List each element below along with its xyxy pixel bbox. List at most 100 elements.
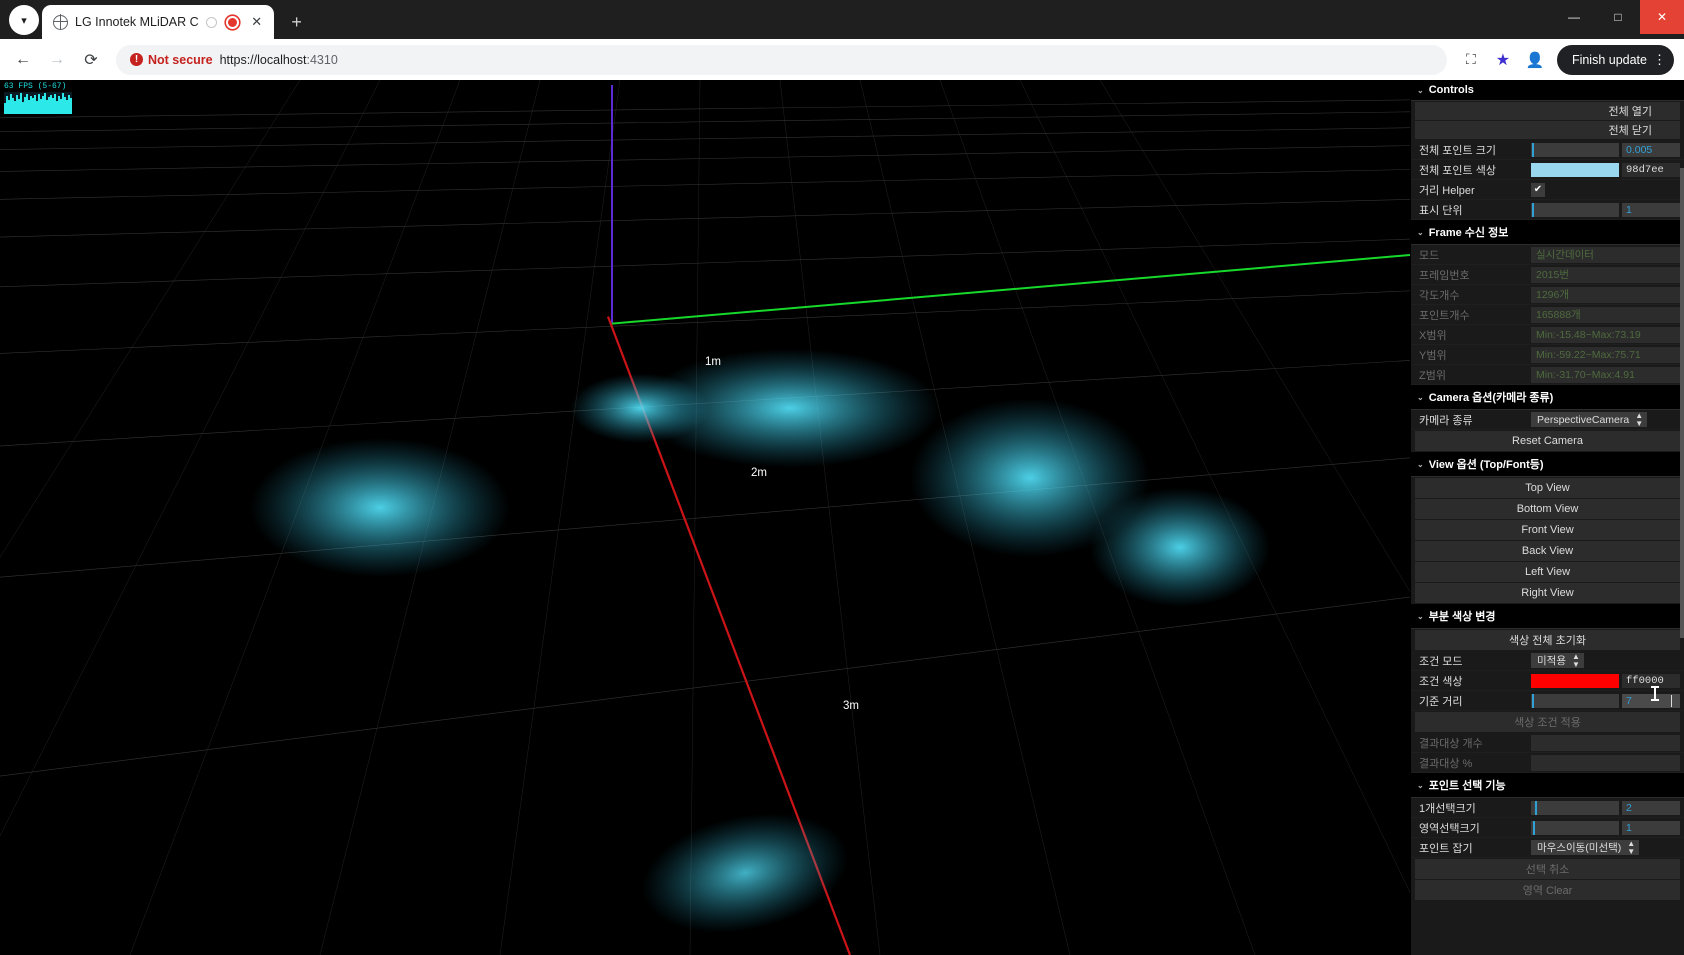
- finish-update-button[interactable]: Finish update ⋮: [1556, 44, 1674, 75]
- point-color-swatch[interactable]: [1531, 162, 1619, 177]
- row-point-size[interactable]: 전체 포인트 크기 0.005: [1411, 140, 1684, 160]
- recording-indicator-icon[interactable]: [225, 15, 239, 29]
- profile-icon[interactable]: 👤: [1521, 46, 1549, 74]
- back-button[interactable]: ←: [8, 45, 38, 75]
- reset-all-colors-button[interactable]: 색상 전체 초기화: [1415, 630, 1680, 650]
- display-unit-slider[interactable]: [1531, 202, 1619, 217]
- folder-point-select-label: 포인트 선택 기능: [1428, 780, 1506, 792]
- chevron-down-icon: ⌄: [1417, 780, 1424, 790]
- slider-knob[interactable]: [1534, 800, 1537, 815]
- row-condition-mode[interactable]: 조건 모드 미적용 ▲ ▼: [1411, 651, 1684, 671]
- row-camera-type[interactable]: 카메라 종류 PerspectiveCamera ▲ ▼: [1411, 410, 1684, 430]
- cancel-selection-button[interactable]: 선택 취소: [1415, 859, 1680, 879]
- x-range-label: X범위: [1419, 329, 1447, 342]
- row-base-distance[interactable]: 기준 거리 7: [1411, 691, 1684, 711]
- control-panel-scroll[interactable]: ⌄ Controls 전체 열기 전체 닫기 전체 포인트 크기 0.005 전…: [1411, 80, 1684, 955]
- result-count-label: 결과대상 개수: [1419, 737, 1483, 750]
- slider-knob[interactable]: [1531, 142, 1534, 157]
- point-color-hex[interactable]: 98d7ee: [1622, 162, 1680, 177]
- folder-point-select[interactable]: ⌄ 포인트 선택 기능: [1411, 773, 1684, 798]
- area-select-size-slider[interactable]: [1531, 820, 1619, 835]
- z-range-label: Z범위: [1419, 369, 1446, 382]
- result-count-value: [1531, 734, 1680, 751]
- row-area-select-size[interactable]: 영역선택크기 1: [1411, 818, 1684, 838]
- area-select-size-label: 영역선택크기: [1419, 822, 1480, 835]
- display-unit-value[interactable]: 1: [1622, 202, 1680, 217]
- condition-mode-select[interactable]: 미적용 ▲ ▼: [1531, 652, 1584, 668]
- chevron-down-icon: ▾: [21, 14, 27, 27]
- distance-helper-checkbox[interactable]: ✔: [1531, 182, 1545, 197]
- single-select-size-value[interactable]: 2: [1622, 800, 1680, 815]
- folder-controls[interactable]: ⌄ Controls: [1411, 80, 1684, 101]
- top-view-button[interactable]: Top View: [1415, 478, 1680, 498]
- point-size-slider[interactable]: [1531, 142, 1619, 157]
- address-bar[interactable]: ! Not secure https://localhost:4310: [116, 44, 1447, 75]
- point-count-label: 포인트개수: [1419, 309, 1470, 322]
- distance-label-1m: 1m: [705, 356, 721, 368]
- window-close-button[interactable]: ✕: [1640, 0, 1684, 34]
- camera-type-select[interactable]: PerspectiveCamera ▲ ▼: [1531, 411, 1648, 427]
- bookmark-star-icon[interactable]: ★: [1489, 46, 1517, 74]
- screencast-icon[interactable]: ⛶: [1457, 46, 1485, 74]
- point-count-value: 165888개: [1531, 306, 1680, 323]
- point-grab-select[interactable]: 마우스이동(미선택) ▲ ▼: [1531, 839, 1640, 855]
- close-all-button[interactable]: 전체 닫기: [1415, 121, 1680, 139]
- left-view-button[interactable]: Left View: [1415, 562, 1680, 582]
- browser-window: ▾ LG Innotek MLiDAR C ✕ + — □ ✕ ← → ⟳ ! …: [0, 0, 1684, 955]
- point-size-value[interactable]: 0.005: [1622, 142, 1680, 157]
- single-select-size-slider[interactable]: [1531, 800, 1619, 815]
- point-grab-value: 마우스이동(미선택): [1537, 842, 1622, 854]
- open-all-button[interactable]: 전체 열기: [1415, 102, 1680, 120]
- folder-partial-color[interactable]: ⌄ 부분 색상 변경: [1411, 604, 1684, 629]
- reset-camera-button[interactable]: Reset Camera: [1415, 431, 1680, 451]
- apply-color-condition-button[interactable]: 색상 조건 적용: [1415, 712, 1680, 732]
- frame-mode-value: 실시간데이터: [1531, 246, 1680, 263]
- frame-number-value: 2015번: [1531, 266, 1680, 283]
- fps-overlay: 63 FPS (5-67): [4, 82, 74, 114]
- tab-search-button[interactable]: ▾: [9, 5, 39, 35]
- security-status[interactable]: ! Not secure: [130, 53, 213, 67]
- chevron-down-icon: ⌄: [1417, 459, 1424, 469]
- lidar-3d-viewport[interactable]: 63 FPS (5-67) 1m 2m 3m: [0, 80, 1410, 955]
- browser-tab[interactable]: LG Innotek MLiDAR C ✕: [42, 5, 274, 39]
- row-single-select-size[interactable]: 1개선택크기 2: [1411, 798, 1684, 818]
- row-distance-helper[interactable]: 거리 Helper ✔: [1411, 180, 1684, 200]
- y-range-label: Y범위: [1419, 349, 1447, 362]
- row-display-unit[interactable]: 표시 단위 1: [1411, 200, 1684, 220]
- row-point-grab[interactable]: 포인트 잡기 마우스이동(미선택) ▲ ▼: [1411, 838, 1684, 858]
- folder-frame-info[interactable]: ⌄ Frame 수신 정보: [1411, 220, 1684, 245]
- folder-camera-options[interactable]: ⌄ Camera 옵션(카메라 종류): [1411, 385, 1684, 410]
- area-clear-button[interactable]: 영역 Clear: [1415, 880, 1680, 900]
- slider-knob[interactable]: [1531, 693, 1534, 708]
- front-view-button[interactable]: Front View: [1415, 520, 1680, 540]
- display-unit-label: 표시 단위: [1419, 204, 1463, 217]
- chrome-menu-icon[interactable]: ⋮: [1653, 53, 1666, 66]
- folder-view-options[interactable]: ⌄ View 옵션 (Top/Font등): [1411, 452, 1684, 477]
- frame-number-label: 프레임번호: [1419, 269, 1470, 282]
- url-host: localhost: [257, 52, 307, 67]
- right-view-button[interactable]: Right View: [1415, 583, 1680, 603]
- base-distance-label: 기준 거리: [1419, 695, 1463, 708]
- slider-knob[interactable]: [1532, 820, 1535, 835]
- back-view-button[interactable]: Back View: [1415, 541, 1680, 561]
- area-select-size-value[interactable]: 1: [1622, 820, 1680, 835]
- row-result-count: 결과대상 개수: [1411, 733, 1684, 753]
- row-condition-color[interactable]: 조건 색상 ff0000: [1411, 671, 1684, 691]
- reload-button[interactable]: ⟳: [76, 45, 106, 75]
- condition-color-swatch[interactable]: [1531, 673, 1619, 688]
- row-frame-mode: 모드 실시간데이터: [1411, 245, 1684, 265]
- slider-knob[interactable]: [1531, 202, 1534, 217]
- control-panel[interactable]: ⌄ Controls 전체 열기 전체 닫기 전체 포인트 크기 0.005 전…: [1410, 80, 1684, 955]
- row-point-color[interactable]: 전체 포인트 색상 98d7ee: [1411, 160, 1684, 180]
- bottom-view-button[interactable]: Bottom View: [1415, 499, 1680, 519]
- minimize-button[interactable]: —: [1552, 0, 1596, 34]
- browser-toolbar: ← → ⟳ ! Not secure https://localhost:431…: [0, 39, 1684, 80]
- base-distance-slider[interactable]: [1531, 693, 1619, 708]
- row-frame-number: 프레임번호 2015번: [1411, 265, 1684, 285]
- tab-close-button[interactable]: ✕: [248, 13, 266, 31]
- new-tab-button[interactable]: +: [283, 8, 311, 36]
- maximize-button[interactable]: □: [1596, 0, 1640, 34]
- chevron-down-icon: ⌄: [1417, 611, 1424, 621]
- angle-count-value: 1296개: [1531, 286, 1680, 303]
- panel-scrollbar[interactable]: [1680, 168, 1684, 638]
